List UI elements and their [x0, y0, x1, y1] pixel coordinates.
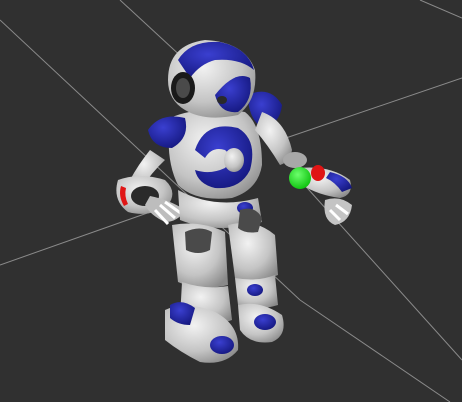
grid-line [0, 204, 171, 266]
chest-button [224, 148, 244, 172]
grid-line [299, 179, 462, 361]
head[interactable] [168, 40, 256, 118]
right-toe-accent [210, 336, 234, 354]
ear-speaker-rim [176, 78, 190, 98]
left-knee-accent [247, 284, 263, 296]
eye [217, 96, 227, 104]
3d-viewport[interactable] [0, 0, 462, 402]
grid-line [279, 77, 462, 141]
grid-line [419, 0, 462, 19]
left-toe-accent [254, 314, 276, 330]
grid-line [119, 0, 186, 61]
grid-line [299, 299, 451, 402]
left-elbow-joint [283, 152, 307, 168]
legs[interactable] [165, 208, 284, 363]
red-marker [311, 165, 325, 181]
right-thigh-joint [185, 228, 212, 253]
left-hand [324, 198, 352, 225]
scene-canvas[interactable] [0, 0, 462, 402]
left-arm[interactable] [255, 112, 352, 225]
green-marker [289, 167, 311, 189]
nao-robot-model[interactable] [116, 40, 352, 363]
